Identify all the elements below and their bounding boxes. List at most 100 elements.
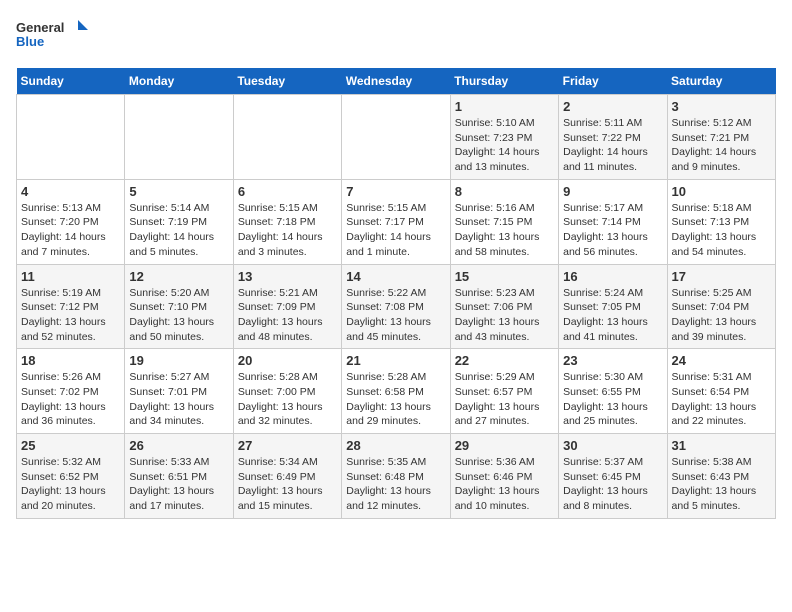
day-info: Sunrise: 5:16 AM Sunset: 7:15 PM Dayligh… <box>455 201 554 260</box>
day-info: Sunrise: 5:27 AM Sunset: 7:01 PM Dayligh… <box>129 370 228 429</box>
day-number: 11 <box>21 269 120 284</box>
day-number: 6 <box>238 184 337 199</box>
calendar-cell: 10Sunrise: 5:18 AM Sunset: 7:13 PM Dayli… <box>667 179 775 264</box>
day-number: 18 <box>21 353 120 368</box>
calendar-cell: 23 Sunrise: 5:30 AM Sunset: 6:55 PM Dayli… <box>559 349 667 434</box>
day-info: Sunrise: 5:14 AM Sunset: 7:19 PM Dayligh… <box>129 201 228 260</box>
day-info: Sunrise: 5:30 AM Sunset: 6:55 PM Dayligh… <box>563 370 662 429</box>
day-info: Sunrise: 5:12 AM Sunset: 7:21 PM Dayligh… <box>672 116 771 175</box>
day-info: Sunrise: 5:10 AM Sunset: 7:23 PM Dayligh… <box>455 116 554 175</box>
calendar-cell: 3 Sunrise: 5:12 AM Sunset: 7:21 PM Daylig… <box>667 95 775 180</box>
day-info: Sunrise: 5:31 AM Sunset: 6:54 PM Dayligh… <box>672 370 771 429</box>
day-info: Sunrise: 5:26 AM Sunset: 7:02 PM Dayligh… <box>21 370 120 429</box>
day-info: Sunrise: 5:34 AM Sunset: 6:49 PM Dayligh… <box>238 455 337 514</box>
page-header: GeneralBlue <box>16 16 776 58</box>
calendar-cell: 31Sunrise: 5:38 AM Sunset: 6:43 PM Dayli… <box>667 434 775 519</box>
calendar-cell: 28 Sunrise: 5:35 AM Sunset: 6:48 PM Dayli… <box>342 434 450 519</box>
day-info: Sunrise: 5:29 AM Sunset: 6:57 PM Dayligh… <box>455 370 554 429</box>
calendar-week-row: 1 Sunrise: 5:10 AM Sunset: 7:23 PM Daylig… <box>17 95 776 180</box>
day-number: 5 <box>129 184 228 199</box>
day-info: Sunrise: 5:15 AM Sunset: 7:18 PM Dayligh… <box>238 201 337 260</box>
day-number: 28 <box>346 438 445 453</box>
calendar-cell: 5 Sunrise: 5:14 AM Sunset: 7:19 PM Daylig… <box>125 179 233 264</box>
day-number: 7 <box>346 184 445 199</box>
calendar-cell: 6 Sunrise: 5:15 AM Sunset: 7:18 PM Daylig… <box>233 179 341 264</box>
calendar-cell <box>342 95 450 180</box>
day-number: 24 <box>672 353 771 368</box>
day-number: 26 <box>129 438 228 453</box>
weekday-header-thursday: Thursday <box>450 68 558 95</box>
calendar-week-row: 18 Sunrise: 5:26 AM Sunset: 7:02 PM Dayli… <box>17 349 776 434</box>
logo: GeneralBlue <box>16 16 96 58</box>
calendar-table: SundayMondayTuesdayWednesdayThursdayFrid… <box>16 68 776 519</box>
calendar-cell: 24 Sunrise: 5:31 AM Sunset: 6:54 PM Dayli… <box>667 349 775 434</box>
calendar-cell: 2Sunrise: 5:11 AM Sunset: 7:22 PM Daylig… <box>559 95 667 180</box>
calendar-cell: 7 Sunrise: 5:15 AM Sunset: 7:17 PM Daylig… <box>342 179 450 264</box>
day-number: 22 <box>455 353 554 368</box>
day-info: Sunrise: 5:17 AM Sunset: 7:14 PM Dayligh… <box>563 201 662 260</box>
calendar-cell <box>233 95 341 180</box>
day-info: Sunrise: 5:28 AM Sunset: 7:00 PM Dayligh… <box>238 370 337 429</box>
day-info: Sunrise: 5:37 AM Sunset: 6:45 PM Dayligh… <box>563 455 662 514</box>
calendar-cell <box>125 95 233 180</box>
day-number: 16 <box>563 269 662 284</box>
day-info: Sunrise: 5:21 AM Sunset: 7:09 PM Dayligh… <box>238 286 337 345</box>
svg-text:Blue: Blue <box>16 34 44 49</box>
day-info: Sunrise: 5:36 AM Sunset: 6:46 PM Dayligh… <box>455 455 554 514</box>
day-number: 17 <box>672 269 771 284</box>
calendar-week-row: 25 Sunrise: 5:32 AM Sunset: 6:52 PM Dayli… <box>17 434 776 519</box>
calendar-cell: 8 Sunrise: 5:16 AM Sunset: 7:15 PM Daylig… <box>450 179 558 264</box>
calendar-cell: 17 Sunrise: 5:25 AM Sunset: 7:04 PM Dayli… <box>667 264 775 349</box>
day-number: 9 <box>563 184 662 199</box>
day-number: 1 <box>455 99 554 114</box>
weekday-header-tuesday: Tuesday <box>233 68 341 95</box>
calendar-cell: 21 Sunrise: 5:28 AM Sunset: 6:58 PM Dayli… <box>342 349 450 434</box>
calendar-cell: 20 Sunrise: 5:28 AM Sunset: 7:00 PM Dayli… <box>233 349 341 434</box>
day-number: 31 <box>672 438 771 453</box>
day-number: 29 <box>455 438 554 453</box>
calendar-cell: 30 Sunrise: 5:37 AM Sunset: 6:45 PM Dayli… <box>559 434 667 519</box>
day-info: Sunrise: 5:28 AM Sunset: 6:58 PM Dayligh… <box>346 370 445 429</box>
calendar-cell: 22 Sunrise: 5:29 AM Sunset: 6:57 PM Dayli… <box>450 349 558 434</box>
calendar-cell: 9 Sunrise: 5:17 AM Sunset: 7:14 PM Daylig… <box>559 179 667 264</box>
logo-svg: GeneralBlue <box>16 16 96 58</box>
day-number: 14 <box>346 269 445 284</box>
calendar-week-row: 11Sunrise: 5:19 AM Sunset: 7:12 PM Dayli… <box>17 264 776 349</box>
day-info: Sunrise: 5:11 AM Sunset: 7:22 PM Dayligh… <box>563 116 662 175</box>
weekday-header-monday: Monday <box>125 68 233 95</box>
day-info: Sunrise: 5:33 AM Sunset: 6:51 PM Dayligh… <box>129 455 228 514</box>
day-info: Sunrise: 5:35 AM Sunset: 6:48 PM Dayligh… <box>346 455 445 514</box>
day-info: Sunrise: 5:32 AM Sunset: 6:52 PM Dayligh… <box>21 455 120 514</box>
day-number: 19 <box>129 353 228 368</box>
day-info: Sunrise: 5:20 AM Sunset: 7:10 PM Dayligh… <box>129 286 228 345</box>
day-number: 12 <box>129 269 228 284</box>
weekday-header-friday: Friday <box>559 68 667 95</box>
day-info: Sunrise: 5:23 AM Sunset: 7:06 PM Dayligh… <box>455 286 554 345</box>
day-number: 27 <box>238 438 337 453</box>
calendar-cell: 25 Sunrise: 5:32 AM Sunset: 6:52 PM Dayli… <box>17 434 125 519</box>
day-number: 23 <box>563 353 662 368</box>
calendar-week-row: 4Sunrise: 5:13 AM Sunset: 7:20 PM Daylig… <box>17 179 776 264</box>
calendar-cell: 4Sunrise: 5:13 AM Sunset: 7:20 PM Daylig… <box>17 179 125 264</box>
day-info: Sunrise: 5:25 AM Sunset: 7:04 PM Dayligh… <box>672 286 771 345</box>
day-number: 8 <box>455 184 554 199</box>
calendar-cell: 29 Sunrise: 5:36 AM Sunset: 6:46 PM Dayli… <box>450 434 558 519</box>
day-info: Sunrise: 5:24 AM Sunset: 7:05 PM Dayligh… <box>563 286 662 345</box>
day-number: 13 <box>238 269 337 284</box>
day-number: 30 <box>563 438 662 453</box>
day-number: 21 <box>346 353 445 368</box>
calendar-cell: 11Sunrise: 5:19 AM Sunset: 7:12 PM Dayli… <box>17 264 125 349</box>
day-info: Sunrise: 5:15 AM Sunset: 7:17 PM Dayligh… <box>346 201 445 260</box>
calendar-cell: 12 Sunrise: 5:20 AM Sunset: 7:10 PM Dayli… <box>125 264 233 349</box>
calendar-cell <box>17 95 125 180</box>
calendar-cell: 26 Sunrise: 5:33 AM Sunset: 6:51 PM Dayli… <box>125 434 233 519</box>
svg-text:General: General <box>16 20 64 35</box>
weekday-header-sunday: Sunday <box>17 68 125 95</box>
calendar-cell: 27 Sunrise: 5:34 AM Sunset: 6:49 PM Dayli… <box>233 434 341 519</box>
day-number: 3 <box>672 99 771 114</box>
day-number: 20 <box>238 353 337 368</box>
day-number: 25 <box>21 438 120 453</box>
day-number: 15 <box>455 269 554 284</box>
weekday-header-saturday: Saturday <box>667 68 775 95</box>
calendar-cell: 18 Sunrise: 5:26 AM Sunset: 7:02 PM Dayli… <box>17 349 125 434</box>
